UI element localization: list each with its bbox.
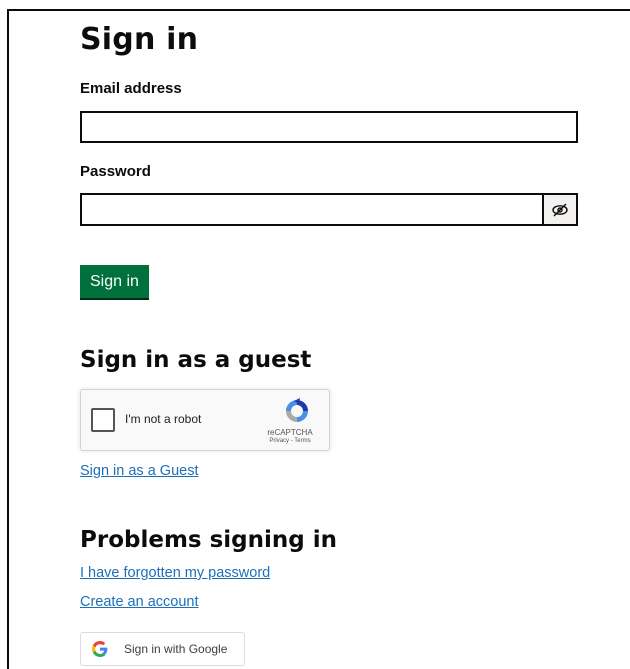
recaptcha-checkbox[interactable] [91,408,115,432]
create-account-link[interactable]: Create an account [80,594,199,610]
email-field[interactable] [80,111,578,143]
guest-section-title: Sign in as a guest [80,347,312,373]
recaptcha-widget: I'm not a robot reCAPTCHA Privacy - Term… [80,389,330,451]
show-password-button[interactable] [542,193,578,226]
recaptcha-label: I'm not a robot [125,412,202,426]
google-g-icon [92,641,108,657]
recaptcha-logo-icon [286,398,308,422]
recaptcha-terms-link[interactable]: Terms [294,438,310,444]
eye-slash-icon [552,203,568,216]
sign-in-button[interactable]: Sign in [80,265,149,298]
password-field[interactable] [80,193,544,226]
problems-section-title: Problems signing in [80,527,338,553]
password-group [80,193,578,226]
google-button-label: Sign in with Google [124,642,228,656]
recaptcha-terms: Privacy - Terms [260,438,320,444]
password-label: Password [80,163,151,180]
recaptcha-privacy-link[interactable]: Privacy [269,438,289,444]
recaptcha-brand: reCAPTCHA [267,428,313,437]
email-label: Email address [80,80,182,97]
sign-in-as-guest-link[interactable]: Sign in as a Guest [80,463,199,479]
forgot-password-link[interactable]: I have forgotten my password [80,565,270,581]
page-title: Sign in [80,22,199,57]
